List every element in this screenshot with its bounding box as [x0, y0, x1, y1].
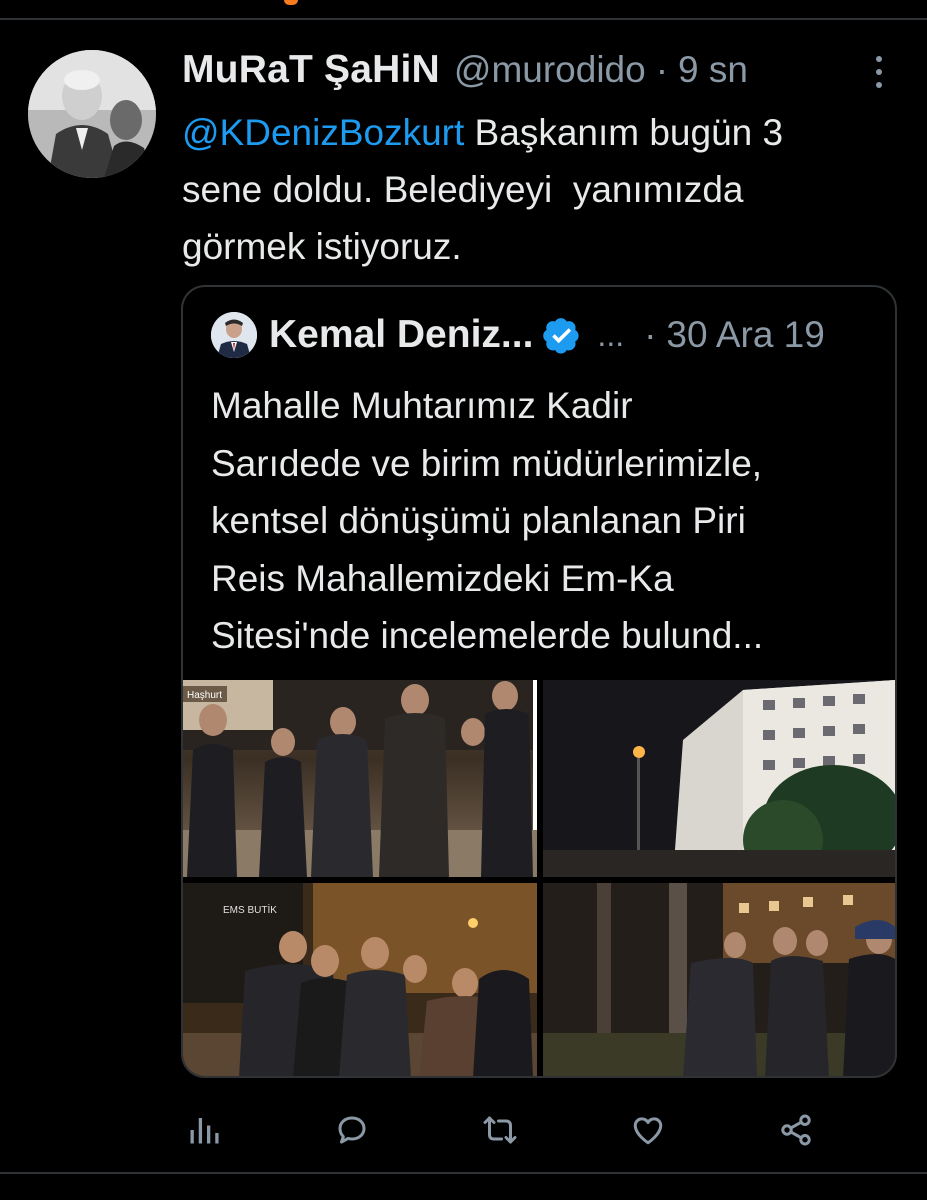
- media-photo[interactable]: EMS BUTİK: [183, 883, 537, 1076]
- media-photo[interactable]: Haşhurt: [183, 680, 537, 877]
- tweet-actions-bar: [0, 1104, 927, 1154]
- bottom-divider: [0, 1172, 927, 1174]
- separator-dot: ·: [655, 49, 669, 90]
- top-divider: [0, 18, 927, 20]
- top-accent-bar: [284, 0, 298, 5]
- reply-icon[interactable]: [334, 1112, 370, 1148]
- like-icon[interactable]: [630, 1112, 666, 1148]
- verified-badge-icon: [543, 318, 580, 354]
- media-grid: Haşhurt EMS BUTİK: [183, 680, 895, 1076]
- quoted-tweet-text: Mahalle Muhtarımız Kadir Sarıdede ve bir…: [211, 377, 871, 665]
- tweet-text-line: sene doldu. Belediyeyi yanımızda: [182, 169, 744, 210]
- separator-dot: ·: [644, 314, 657, 355]
- tweet-text-line: görmek istiyoruz.: [182, 226, 462, 267]
- quoted-text-line: kentsel dönüşümü planlanan Piri: [211, 500, 746, 541]
- quoted-avatar: [211, 312, 257, 358]
- tweet-text: @KDenizBozkurt Başkanım bugün 3 sene dol…: [182, 104, 882, 275]
- quoted-text-line: Sitesi'nde incelemelerde bulund...: [211, 615, 764, 656]
- author-name[interactable]: MuRaT ŞaHiN: [182, 48, 440, 92]
- avatar-photo: [28, 50, 156, 178]
- more-options-icon[interactable]: [864, 52, 894, 92]
- quoted-tweet[interactable]: Kemal Deniz... ... · 30 Ara 19 Mahalle M…: [181, 285, 897, 1078]
- tweet-screen: MuRaT ŞaHiN @murodido · 9 sn @KDenizBozk…: [0, 0, 927, 1200]
- media-photo[interactable]: [543, 680, 895, 877]
- tweet-header: MuRaT ŞaHiN @murodido · 9 sn: [182, 46, 748, 94]
- quoted-text-line: Sarıdede ve birim müdürlerimizle,: [211, 442, 763, 484]
- retweet-icon[interactable]: [482, 1112, 518, 1148]
- share-icon[interactable]: [778, 1112, 814, 1148]
- quoted-tweet-header: Kemal Deniz... ... · 30 Ara 19: [211, 311, 825, 359]
- media-photo[interactable]: [543, 883, 895, 1076]
- quoted-text-line: Mahalle Muhtarımız Kadir: [211, 385, 633, 426]
- tweet-text-line: Başkanım bugün 3: [464, 112, 784, 153]
- quoted-author-name[interactable]: Kemal Deniz...: [269, 313, 533, 357]
- shop-sign: Haşhurt: [187, 690, 222, 701]
- quoted-tweet-time[interactable]: 30 Ara 19: [666, 314, 824, 356]
- quoted-handle-truncated: ...: [597, 316, 625, 353]
- tweet-time[interactable]: 9 sn: [678, 49, 748, 91]
- mention-link[interactable]: @KDenizBozkurt: [182, 112, 464, 153]
- author-handle[interactable]: @murodido: [454, 49, 646, 91]
- avatar[interactable]: [28, 50, 156, 178]
- analytics-icon[interactable]: [186, 1112, 222, 1148]
- shop-sign: EMS BUTİK: [223, 903, 277, 916]
- quoted-text-line: Reis Mahallemizdeki Em-Ka: [211, 557, 674, 599]
